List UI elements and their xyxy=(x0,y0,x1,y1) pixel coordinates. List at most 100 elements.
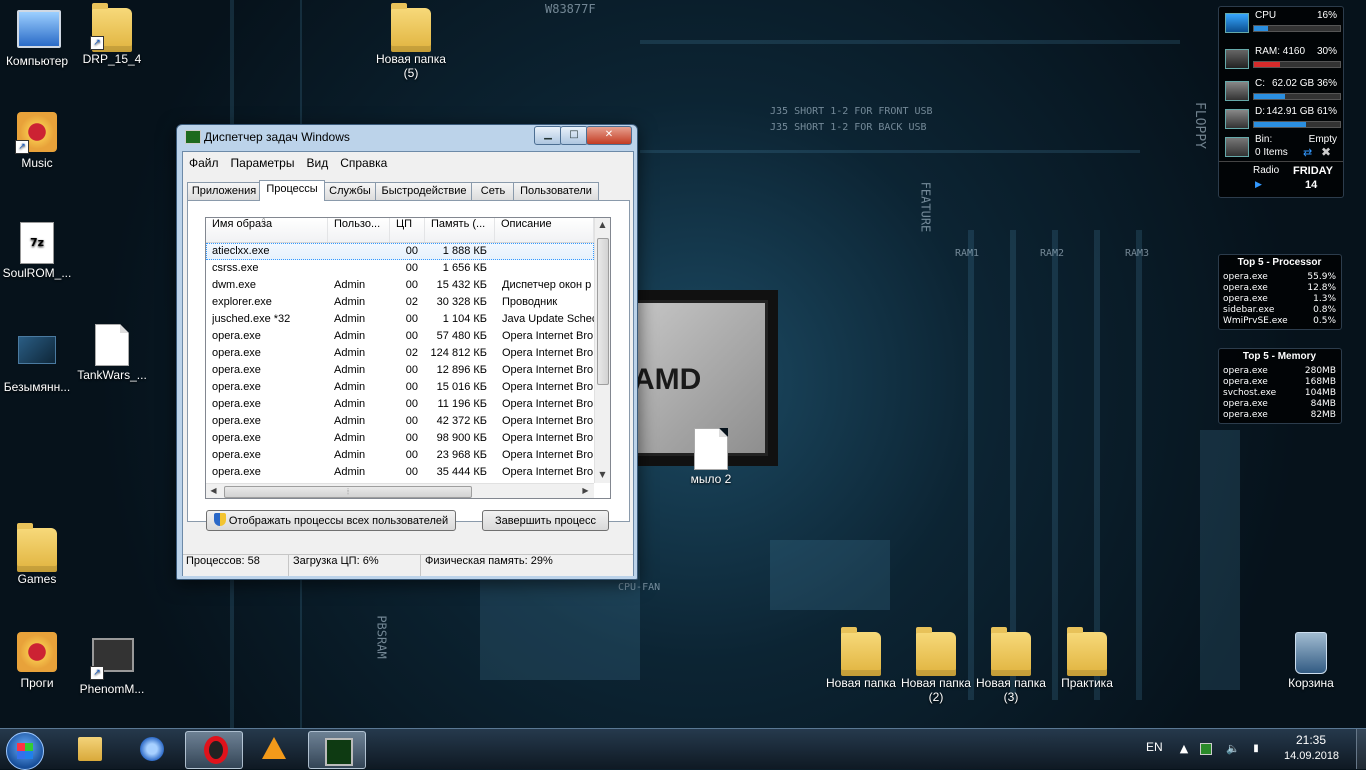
process-row[interactable]: opera.exe Admin 00 11 196 КБ Opera Internet … xyxy=(206,396,594,413)
process-row[interactable]: opera.exe Admin 00 42 372 КБ Opera Internet … xyxy=(206,413,594,430)
refresh-icon[interactable]: ⇄ xyxy=(1303,146,1312,159)
language-indicator[interactable]: EN xyxy=(1146,740,1163,754)
process-cell-mem: 1 888 КБ xyxy=(442,245,487,257)
process-row[interactable]: opera.exe Admin 02 124 812 КБ Opera Internet… xyxy=(206,345,594,362)
desktop-icon-games[interactable]: Games xyxy=(0,528,74,586)
start-button[interactable] xyxy=(6,732,44,770)
board-label: RAM3 xyxy=(1125,248,1150,259)
desktop-icon-phenom[interactable]: ↗ PhenomM... xyxy=(75,632,149,696)
taskbar: EN ▲ 🔈 ▮ 21:35 14.09.2018 xyxy=(0,728,1366,770)
monitor-cpu: CPU 16% xyxy=(1223,9,1359,39)
tab-services[interactable]: Службы xyxy=(323,182,377,200)
desktop-icon-praktika[interactable]: Практика xyxy=(1050,632,1124,690)
minimize-button[interactable]: ▁ xyxy=(534,126,562,145)
tab-processes[interactable]: Процессы xyxy=(259,180,325,201)
task-manager-window[interactable]: Диспетчер задач Windows ▁ □ ✕ Файл Параме… xyxy=(176,124,638,580)
desktop-icon-progi[interactable]: Проги xyxy=(0,632,74,690)
scroll-left-arrow-icon[interactable]: ◀ xyxy=(206,486,221,495)
top5-memory-gadget[interactable]: Top 5 - Memory opera.exe 280MB opera.exe 16… xyxy=(1218,348,1342,424)
process-cell-name: atieclxx.exe xyxy=(212,245,270,257)
process-cell-name: opera.exe xyxy=(212,449,261,461)
process-row[interactable]: opera.exe Admin 00 98 900 КБ Opera Internet … xyxy=(206,430,594,447)
radio-play-icon[interactable]: ▶ xyxy=(1255,179,1262,190)
column-memory[interactable]: Память (... xyxy=(425,218,495,242)
clock-time[interactable]: 21:35 xyxy=(1296,733,1326,747)
process-cell-user xyxy=(334,243,390,260)
desktop-icon-soulrom[interactable]: 7z SoulROM_... xyxy=(0,222,74,280)
column-cpu[interactable]: ЦП xyxy=(390,218,425,242)
volume-icon[interactable]: 🔈 xyxy=(1226,743,1240,755)
nvidia-tray-icon[interactable] xyxy=(1200,743,1212,755)
menu-view[interactable]: Вид xyxy=(300,154,334,172)
tab-users[interactable]: Пользователи xyxy=(513,182,599,200)
network-icon[interactable]: ▮ xyxy=(1250,743,1262,755)
taskbar-opera[interactable] xyxy=(185,731,243,769)
desktop-icon-new-folder-2[interactable]: Новая папка (2) xyxy=(898,632,974,704)
process-row[interactable]: opera.exe Admin 00 12 896 КБ Opera Internet … xyxy=(206,362,594,379)
disk-icon xyxy=(1225,81,1249,101)
top5-processor-gadget[interactable]: Top 5 - Processor opera.exe 55.9% opera.ex… xyxy=(1218,254,1342,330)
vertical-scrollbar[interactable]: ▲ ▼ xyxy=(594,218,610,483)
desktop-icon-new-folder-5[interactable]: Новая папка (5) xyxy=(373,8,449,80)
desktop-icon-new-folder-3[interactable]: Новая папка (3) xyxy=(973,632,1049,704)
process-row[interactable]: atieclxx.exe 00 1 888 КБ xyxy=(206,243,594,260)
end-process-button[interactable]: Завершить процесс xyxy=(482,510,609,531)
process-row[interactable]: opera.exe Admin 00 15 016 КБ Opera Internet … xyxy=(206,379,594,396)
tab-performance[interactable]: Быстродействие xyxy=(375,182,473,200)
menu-file[interactable]: Файл xyxy=(183,154,225,172)
menu-options[interactable]: Параметры xyxy=(225,154,301,172)
desktop-icon-new-folder[interactable]: Новая папка xyxy=(822,632,900,690)
process-row[interactable]: opera.exe Admin 00 23 968 КБ Opera Internet … xyxy=(206,447,594,464)
folder-icon xyxy=(991,632,1031,676)
clock-date[interactable]: 14.09.2018 xyxy=(1284,750,1339,762)
desktop-icon-mylo2[interactable]: мыло 2 xyxy=(674,428,748,486)
close-button[interactable]: ✕ xyxy=(586,126,632,145)
tab-network[interactable]: Сеть xyxy=(471,182,515,200)
desktop-icon-computer[interactable]: Компьютер xyxy=(0,10,74,68)
show-hidden-icons-arrow-icon[interactable]: ▲ xyxy=(1178,743,1190,755)
top5-process-value: 168MB xyxy=(1304,377,1336,387)
desktop-icon-label: Корзина xyxy=(1288,676,1334,690)
desktop-icon-bezymyann[interactable]: Безымянн... xyxy=(0,330,74,394)
ram-icon xyxy=(1225,49,1249,69)
disk-d-label: D: xyxy=(1255,106,1265,117)
desktop-icon-tankwars[interactable]: TankWars_... xyxy=(75,324,149,382)
taskbar-thunderbird[interactable] xyxy=(124,731,180,767)
process-row[interactable]: csrss.exe 00 1 656 КБ xyxy=(206,260,594,277)
scroll-up-arrow-icon[interactable]: ▲ xyxy=(595,220,610,229)
process-list[interactable]: ^ Имя образа Пользо... ЦП Память (... Опи… xyxy=(205,217,611,499)
column-image-name[interactable]: ^ Имя образа xyxy=(206,218,328,242)
scroll-down-arrow-icon[interactable]: ▼ xyxy=(595,470,610,479)
empty-bin-icon[interactable]: ✖ xyxy=(1321,145,1331,159)
desktop-icon-music[interactable]: ↗ Music xyxy=(0,112,74,170)
process-row[interactable]: opera.exe Admin 00 35 444 КБ Opera Internet … xyxy=(206,464,594,481)
tab-applications[interactable]: Приложения xyxy=(187,182,261,200)
process-row[interactable]: dwm.exe Admin 00 15 432 КБ Диспетчер окон р xyxy=(206,277,594,294)
menu-help[interactable]: Справка xyxy=(334,154,393,172)
vertical-scroll-thumb[interactable] xyxy=(597,238,609,385)
title-bar[interactable]: Диспетчер задач Windows ▁ □ ✕ xyxy=(177,125,637,149)
system-monitor-gadget[interactable]: CPU 16% RAM: 4160 30% C: 62.02 GB 36% D:… xyxy=(1218,6,1344,198)
taskbar-explorer[interactable] xyxy=(62,731,118,767)
maximize-button[interactable]: □ xyxy=(560,126,588,145)
process-cell-user: Admin xyxy=(334,364,366,376)
column-description[interactable]: Описание xyxy=(495,218,594,242)
taskbar-task-manager[interactable] xyxy=(308,731,366,769)
disk-d-value: 142.91 GB 61% xyxy=(1266,106,1337,117)
process-row[interactable]: explorer.exe Admin 02 30 328 КБ Проводник xyxy=(206,294,594,311)
process-row[interactable]: jusched.exe *32 Admin 00 1 104 КБ Java Updat… xyxy=(206,311,594,328)
process-row[interactable]: opera.exe Admin 00 57 480 КБ Opera Internet … xyxy=(206,328,594,345)
horizontal-scrollbar[interactable]: ◀ ⦙ ▶ xyxy=(206,483,594,498)
taskbar-aimp[interactable] xyxy=(246,731,302,767)
desktop-icon-drp[interactable]: ↗ DRP_15_4 xyxy=(75,8,149,66)
scroll-right-arrow-icon[interactable]: ▶ xyxy=(578,486,593,495)
show-all-users-button[interactable]: Отображать процессы всех пользователей xyxy=(206,510,456,531)
top5-row: sidebar.exe 0.8% xyxy=(1219,305,1340,316)
desktop-icon-recycle-bin[interactable]: Корзина xyxy=(1274,632,1348,690)
aimp-icon xyxy=(262,737,286,759)
column-user[interactable]: Пользо... xyxy=(328,218,390,242)
ram-label: RAM: 4160 xyxy=(1255,46,1306,57)
horizontal-scroll-thumb[interactable]: ⦙ xyxy=(224,486,472,498)
show-desktop-button[interactable] xyxy=(1356,729,1366,769)
folder-icon xyxy=(17,632,57,672)
